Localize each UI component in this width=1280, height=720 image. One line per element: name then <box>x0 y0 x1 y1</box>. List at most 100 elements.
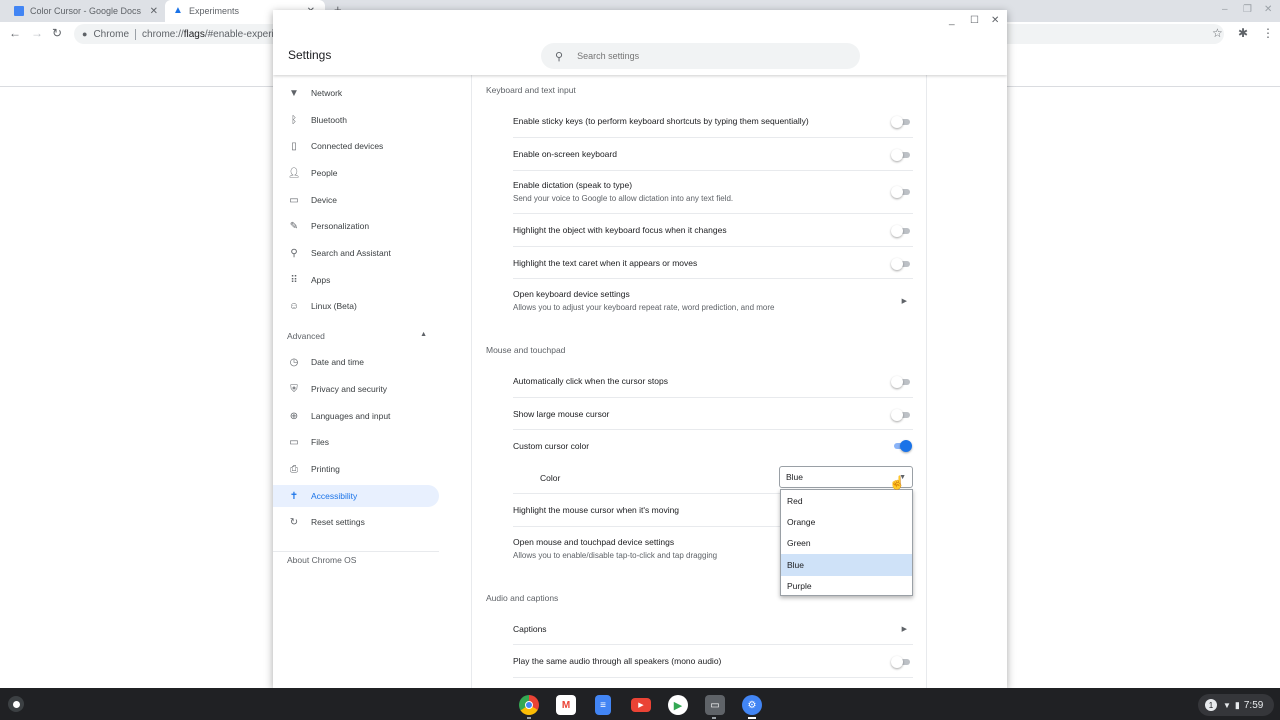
keyboard-device-settings-row[interactable]: Open keyboard device settings Allows you… <box>513 279 913 323</box>
sticky-keys-row[interactable]: Enable sticky keys (to perform keyboard … <box>513 105 913 138</box>
row-label: Highlight the object with keyboard focus… <box>513 225 727 235</box>
sidebar-item-printing[interactable]: ⎙ Printing <box>273 458 439 480</box>
sidebar-item-network[interactable]: ▼ Network <box>273 82 439 104</box>
play-store-app-icon[interactable]: ▶ <box>668 695 688 715</box>
chevron-up-icon: ▲ <box>420 331 427 338</box>
forward-icon[interactable]: → <box>31 26 43 40</box>
dictation-row[interactable]: Enable dictation (speak to type) Send yo… <box>513 171 913 214</box>
mono-audio-toggle[interactable] <box>891 656 911 668</box>
sidebar-item-device[interactable]: ▭ Device <box>273 189 439 211</box>
captions-row[interactable]: Captions ▶ <box>513 612 913 645</box>
sidebar-item-reset-settings[interactable]: ↻ Reset settings <box>273 511 439 533</box>
sidebar-item-personalization[interactable]: ✎ Personalization <box>273 215 439 237</box>
advanced-toggle[interactable]: Advanced ▲ <box>287 331 427 341</box>
gmail-app-icon[interactable]: M <box>556 695 576 715</box>
youtube-app-icon[interactable]: ▶ <box>631 698 651 712</box>
sidebar-item-bluetooth[interactable]: ᛒ Bluetooth <box>273 109 439 131</box>
folder-icon: ▭ <box>289 436 299 448</box>
chrome-app-icon[interactable] <box>519 695 539 715</box>
minimize-icon[interactable]: – <box>1222 4 1228 15</box>
menu-icon[interactable]: ⋮ <box>1262 26 1274 40</box>
sidebar-item-label: Privacy and security <box>311 384 388 394</box>
sidebar-item-files[interactable]: ▭ Files <box>273 431 439 453</box>
google-docs-icon <box>14 6 24 16</box>
on-screen-keyboard-toggle[interactable] <box>891 149 911 161</box>
sidebar-item-privacy-and-security[interactable]: ⛨ Privacy and security <box>273 378 439 400</box>
bookmark-star-icon[interactable]: ☆ <box>1212 26 1223 40</box>
active-indicator <box>748 717 756 719</box>
color-option-green[interactable]: Green <box>781 533 912 554</box>
sidebar-item-search-and-assistant[interactable]: ⚲ Search and Assistant <box>273 242 439 264</box>
notification-count: 1 <box>1205 699 1217 711</box>
wifi-icon: ▼ <box>289 87 299 99</box>
custom-cursor-color-toggle[interactable] <box>891 440 912 452</box>
row-label: Captions <box>513 624 547 634</box>
section-title-keyboard: Keyboard and text input <box>486 85 576 95</box>
dictation-toggle[interactable] <box>891 186 911 198</box>
close-tab-icon[interactable]: ✕ <box>150 6 158 17</box>
running-indicator <box>527 717 531 719</box>
search-box[interactable]: ⚲ <box>541 43 860 69</box>
restore-icon[interactable]: ❐ <box>1243 4 1252 15</box>
caret-highlight-toggle[interactable] <box>891 258 911 270</box>
sidebar-item-connected-devices[interactable]: ▯ Connected devices <box>273 135 439 157</box>
color-option-orange[interactable]: Orange <box>781 511 912 532</box>
clock-time: 7:59 <box>1243 699 1264 711</box>
auto-click-row[interactable]: Automatically click when the cursor stop… <box>513 365 913 398</box>
settings-header: _ ☐ ✕ Settings ⚲ <box>273 10 1007 75</box>
laptop-icon: ▭ <box>289 194 299 206</box>
tab-google-docs[interactable]: Color Cursor - Google Docs ✕ <box>8 0 168 22</box>
auto-click-toggle[interactable] <box>891 376 911 388</box>
clock-icon: ◷ <box>289 356 299 368</box>
chevron-right-icon: ▶ <box>901 298 907 305</box>
sidebar-item-label: Linux (Beta) <box>311 301 357 311</box>
large-cursor-toggle[interactable] <box>891 409 911 421</box>
battery-icon: ▮ <box>1234 699 1240 710</box>
sidebar-item-label: Date and time <box>311 357 364 367</box>
settings-app-icon[interactable]: ⚙ <box>742 695 762 715</box>
minimize-icon[interactable]: _ <box>949 15 955 26</box>
settings-sidebar: ▼ Network ᛒ Bluetooth ▯ Connected devices 👤… <box>273 75 472 688</box>
chrome-window-app-icon[interactable]: ▭ <box>705 695 725 715</box>
phone-icon: ▯ <box>291 140 297 152</box>
large-cursor-row[interactable]: Show large mouse cursor <box>513 398 913 430</box>
launcher-icon <box>12 700 20 708</box>
extensions-icon[interactable]: ✱ <box>1238 26 1248 40</box>
sidebar-item-languages-and-input[interactable]: ⊕ Languages and input <box>273 405 439 427</box>
custom-cursor-color-row[interactable]: Custom cursor color <box>513 430 913 462</box>
sidebar-item-label: Connected devices <box>311 141 384 151</box>
sidebar-item-accessibility[interactable]: ✝ Accessibility <box>273 485 439 507</box>
mono-audio-row[interactable]: Play the same audio through all speakers… <box>513 645 913 678</box>
sidebar-item-apps[interactable]: ⠿ Apps <box>273 269 439 291</box>
row-label: Custom cursor color <box>513 441 590 451</box>
search-input[interactable] <box>577 51 818 61</box>
focus-highlight-toggle[interactable] <box>891 225 911 237</box>
sidebar-item-linux[interactable]: ☺ Linux (Beta) <box>273 295 439 317</box>
maximize-icon[interactable]: ☐ <box>970 15 979 26</box>
sticky-keys-toggle[interactable] <box>891 116 911 128</box>
chevron-right-icon: ▶ <box>901 626 907 633</box>
sidebar-item-about[interactable]: About Chrome OS <box>287 555 356 565</box>
status-tray[interactable]: 1 ▼ ▮ 7:59 <box>1198 694 1274 716</box>
color-option-blue[interactable]: Blue <box>781 554 912 576</box>
chrome-site-icon: ● <box>82 29 88 39</box>
sidebar-item-date-and-time[interactable]: ◷ Date and time <box>273 351 439 373</box>
shield-icon: ⛨ <box>290 383 298 395</box>
reload-icon[interactable]: ↻ <box>52 26 62 40</box>
color-option-purple[interactable]: Purple <box>781 576 912 597</box>
person-icon: 👤︎ <box>287 167 301 179</box>
sidebar-item-people[interactable]: 👤︎ People <box>273 162 439 184</box>
close-icon[interactable]: ✕ <box>1264 4 1272 15</box>
back-icon[interactable]: ← <box>9 26 21 40</box>
row-sublabel: Send your voice to Google to allow dicta… <box>513 194 734 203</box>
caret-highlight-row[interactable]: Highlight the text caret when it appears… <box>513 247 913 279</box>
color-option-red[interactable]: Red <box>781 490 912 511</box>
close-icon[interactable]: ✕ <box>991 15 999 26</box>
focus-highlight-row[interactable]: Highlight the object with keyboard focus… <box>513 214 913 247</box>
site-label: Chrome <box>93 28 137 40</box>
on-screen-keyboard-row[interactable]: Enable on-screen keyboard <box>513 138 913 171</box>
launcher-button[interactable] <box>8 696 24 712</box>
reset-icon: ↻ <box>289 516 299 528</box>
docs-app-icon[interactable]: ≡ <box>595 695 611 715</box>
flask-icon: ▲ <box>173 5 183 16</box>
